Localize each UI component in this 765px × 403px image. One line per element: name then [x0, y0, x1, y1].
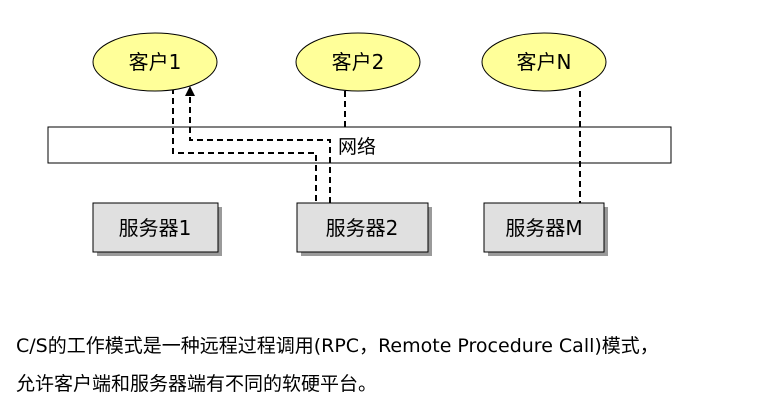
client-node-1: 客户1	[92, 32, 218, 92]
client-node-2: 客户2	[295, 32, 421, 92]
client-label-1: 客户1	[129, 50, 182, 74]
network-label: 网络	[338, 136, 376, 158]
server-node-1: 服务器1	[92, 202, 222, 256]
caption-line-2: 允许客户端和服务器端有不同的软硬平台。	[16, 373, 378, 395]
client-label-2: 客户2	[332, 50, 385, 74]
server-label-1: 服务器1	[119, 216, 192, 240]
server-label-m: 服务器M	[505, 216, 582, 240]
server-node-2: 服务器2	[296, 202, 432, 256]
server-node-m: 服务器M	[483, 202, 608, 256]
client-node-n: 客户N	[481, 32, 607, 92]
server-label-2: 服务器2	[326, 216, 399, 240]
caption-line-1: C/S的工作模式是一种远程过程调用(RPC，Remote Procedure C…	[16, 335, 659, 357]
cs-architecture-diagram: 网络 客户1 客户2 客户N 服务器1 服务器2 服务器M	[47, 32, 672, 256]
client-label-n: 客户N	[517, 50, 572, 74]
